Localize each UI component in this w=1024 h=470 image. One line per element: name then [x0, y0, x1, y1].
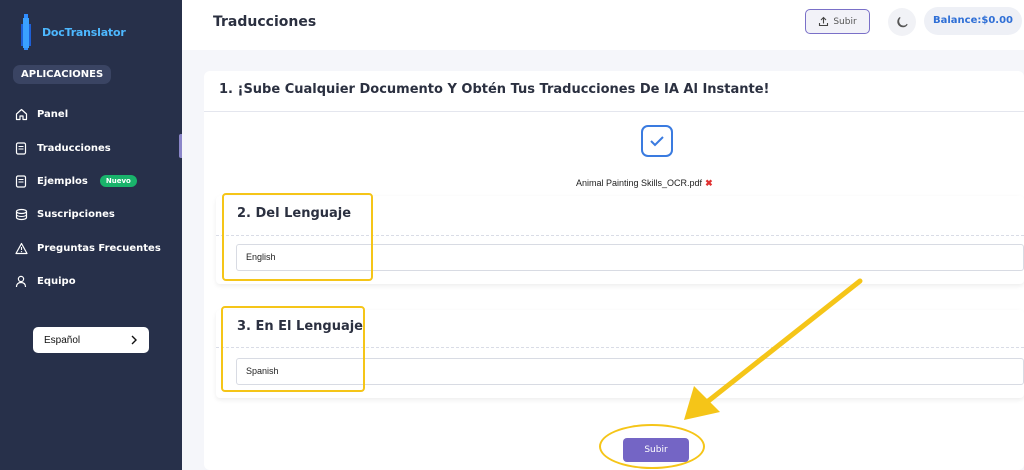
sidebar-item-label: Suscripciones [37, 209, 115, 221]
sidebar-item-panel[interactable]: Panel [0, 98, 182, 131]
check-icon [650, 136, 664, 147]
step1-title: 1. ¡Sube Cualquier Documento Y Obtén Tus… [219, 82, 770, 97]
page-title: Traducciones [213, 14, 317, 30]
sidebar-item-label: Ejemplos [37, 175, 88, 187]
sidebar-item-preguntas-frecuentes[interactable]: Preguntas Frecuentes [0, 232, 182, 265]
chevron-right-icon [131, 335, 137, 345]
dark-mode-toggle[interactable] [888, 8, 916, 36]
upload-success-checkbox [641, 125, 673, 157]
home-icon [14, 108, 28, 122]
balance-display: Balance:$0.00 [924, 7, 1023, 35]
sidebar-item-label: Equipo [37, 276, 76, 288]
new-badge: Nuevo [99, 175, 137, 188]
section-label-aplicaciones: APLICACIONES [13, 65, 112, 84]
file-name: Animal Painting Skills_OCR.pdf [576, 178, 703, 188]
highlight-to-language [221, 306, 365, 392]
language-label: Español [44, 334, 81, 346]
upload-icon [819, 16, 829, 27]
warning-icon [14, 241, 28, 255]
divider [204, 111, 1024, 112]
box-icon [14, 208, 28, 222]
annotation-arrow-icon [684, 278, 863, 420]
moon-icon [896, 16, 908, 27]
document-icon [14, 141, 28, 155]
sidebar-item-label: Traducciones [37, 142, 111, 154]
sidebar-item-ejemplos[interactable]: Ejemplos Nuevo [0, 165, 182, 198]
uploaded-file: Animal Painting Skills_OCR.pdf ✖ [576, 178, 713, 189]
submit-button[interactable]: Subir [623, 438, 689, 462]
sidebar-nav: Panel Traducciones Ejemplos Nuevo Suscri… [0, 98, 182, 298]
sidebar-item-traducciones[interactable]: Traducciones [0, 131, 182, 164]
top-header: Traducciones Subir Balance:$0.00 [182, 0, 1024, 50]
remove-file-icon[interactable]: ✖ [705, 178, 713, 188]
document-icon [14, 174, 28, 188]
brand-name: DocTranslator [42, 25, 126, 39]
header-upload-button[interactable]: Subir [805, 9, 870, 34]
brand-logo[interactable]: DocTranslator [20, 14, 126, 50]
logo-icon [21, 14, 31, 50]
header-upload-label: Subir [833, 16, 857, 27]
user-icon [14, 275, 28, 289]
sidebar-item-equipo[interactable]: Equipo [0, 265, 182, 298]
sidebar: DocTranslator APLICACIONES Panel Traducc… [0, 0, 182, 470]
language-selector[interactable]: Español [33, 327, 149, 353]
sidebar-item-label: Panel [37, 109, 69, 121]
sidebar-item-suscripciones[interactable]: Suscripciones [0, 198, 182, 231]
sidebar-item-label: Preguntas Frecuentes [37, 242, 161, 254]
highlight-from-language [222, 193, 373, 281]
